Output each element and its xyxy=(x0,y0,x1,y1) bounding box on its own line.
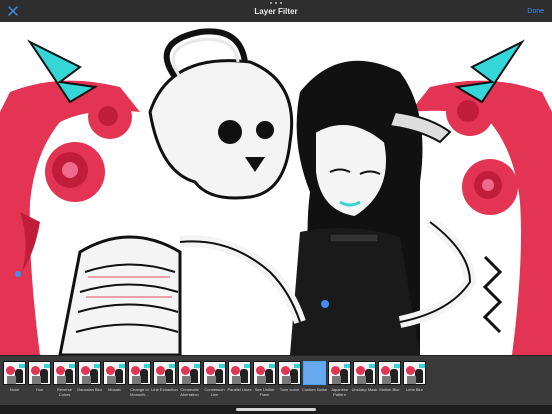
bottom-bar xyxy=(0,405,552,414)
filter-thumbnail xyxy=(28,361,51,385)
filter-thumbnail xyxy=(303,361,326,385)
filter-thumbnail xyxy=(203,361,226,385)
filter-label: Conversion Line xyxy=(204,387,225,397)
canvas-area[interactable] xyxy=(0,22,552,355)
filter-label: Mosaic xyxy=(108,387,121,392)
close-icon xyxy=(8,6,18,16)
filter-label: Hue xyxy=(35,387,44,392)
filter-thumbnail xyxy=(378,361,401,385)
filter-label: Chromatic Aberration xyxy=(180,387,199,397)
filter-item-lens-blur[interactable]: Lens Blur xyxy=(403,361,426,392)
filter-thumbnail xyxy=(103,361,126,385)
filter-item-gaussian-blur[interactable]: Gaussian Blur xyxy=(76,361,103,392)
filter-thumbnail xyxy=(53,361,76,385)
filter-label: Lens Blur xyxy=(406,387,423,392)
filter-thumbnail xyxy=(78,361,101,385)
filter-label: Japanese Pattern xyxy=(330,387,349,397)
filter-thumbnail xyxy=(3,361,26,385)
filter-item-motion-blur[interactable]: Motion Blur xyxy=(378,361,401,392)
done-button[interactable]: Done xyxy=(527,0,544,22)
top-toolbar: Layer Filter Done xyxy=(0,0,552,23)
filter-item-reverse-colors[interactable]: Reverse Colors xyxy=(53,361,76,397)
filter-label: See Unfilm Flash xyxy=(254,387,275,397)
filter-item-tone-curve[interactable]: Tone curve xyxy=(278,361,301,392)
filter-label: Parallel Lines xyxy=(227,387,252,392)
filter-label: Line Extraction xyxy=(151,387,178,392)
filter-item-unsharp-mask[interactable]: Unsharp Mask xyxy=(351,361,378,392)
filter-thumbnail xyxy=(353,361,376,385)
filter-thumbnail xyxy=(253,361,276,385)
filter-item-chromatic-aberration[interactable]: Chromatic Aberration xyxy=(178,361,201,397)
artwork-image xyxy=(0,22,552,355)
filter-item-line-extraction[interactable]: Line Extraction xyxy=(151,361,178,392)
close-button[interactable] xyxy=(4,2,22,20)
filter-item-japanese-pattern[interactable]: Japanese Pattern xyxy=(328,361,351,397)
filter-thumbnail xyxy=(278,361,301,385)
filter-item-mosaic[interactable]: Mosaic xyxy=(103,361,126,392)
filter-label: None xyxy=(9,387,20,392)
filter-item-hue[interactable]: Hue xyxy=(28,361,51,392)
filter-label: Gaussian Blur xyxy=(76,387,103,392)
sheet-grabber[interactable] xyxy=(270,2,282,5)
filter-label: Motion Blur xyxy=(379,387,400,392)
filter-item-none[interactable]: None xyxy=(3,361,26,392)
filter-item-custom-noise[interactable]: Custom Noise xyxy=(301,361,328,392)
filter-thumbnail xyxy=(128,361,151,385)
filter-label: Unsharp Mask xyxy=(351,387,378,392)
filter-thumbnail xyxy=(228,361,251,385)
filter-label: Change to Monochr... xyxy=(130,387,149,397)
filter-item-see-unfilm-flash[interactable]: See Unfilm Flash xyxy=(253,361,276,397)
filter-item-parallel-lines[interactable]: Parallel Lines xyxy=(227,361,252,392)
filter-thumbnail xyxy=(328,361,351,385)
home-indicator xyxy=(236,408,316,411)
filter-thumbnail xyxy=(178,361,201,385)
filter-item-conversion-line[interactable]: Conversion Line xyxy=(203,361,226,397)
filter-thumbnail xyxy=(153,361,176,385)
filter-label: Reverse Colors xyxy=(57,387,72,397)
filter-thumbnail xyxy=(403,361,426,385)
filter-strip: None Hue Reverse Colors Gaussian Blur Mosaic… xyxy=(0,355,552,406)
filter-label: Tone curve xyxy=(279,387,300,392)
filter-label: Custom Noise xyxy=(301,387,328,392)
filter-item-change-to-monochr[interactable]: Change to Monochr... xyxy=(128,361,151,397)
